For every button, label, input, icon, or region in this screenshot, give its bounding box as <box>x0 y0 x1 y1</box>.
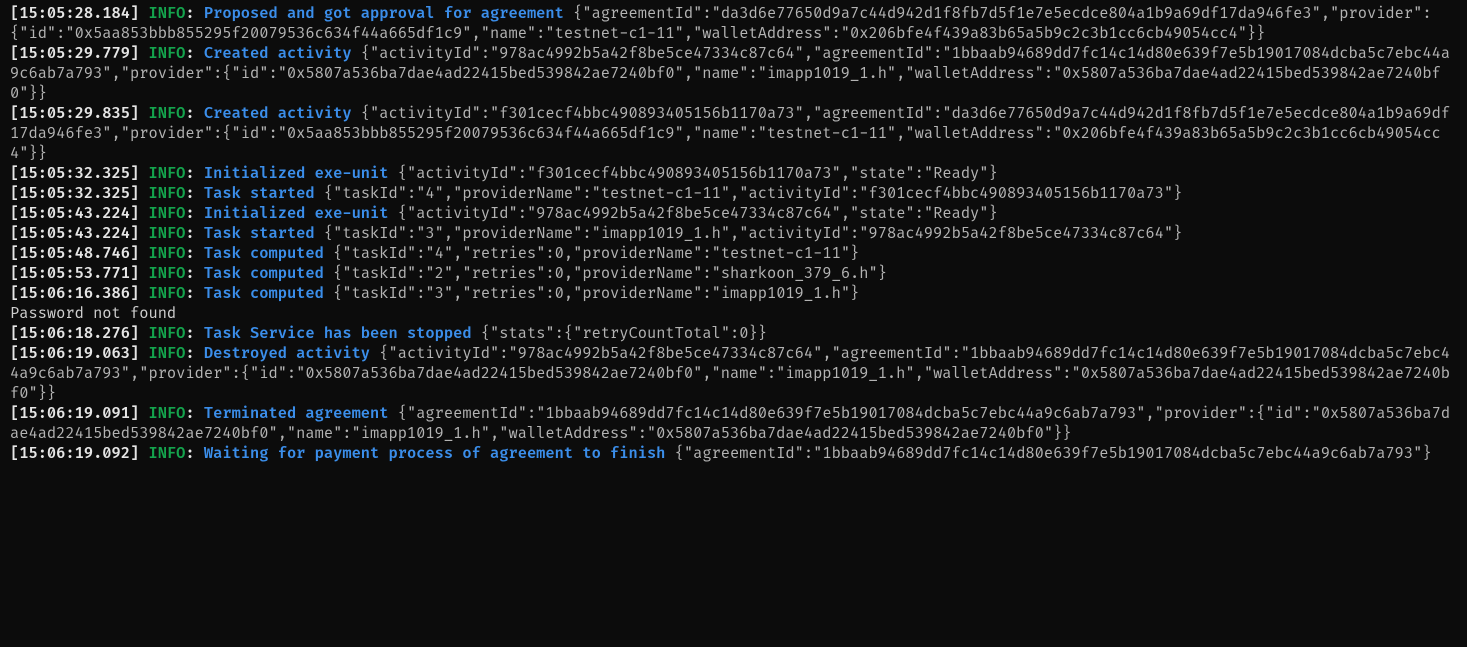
stdout-line: Password not found <box>10 304 1457 324</box>
log-message: Task computed <box>204 264 324 283</box>
log-json: {"stats":{"retryCountTotal":0}} <box>481 324 767 343</box>
log-line: [15:05:32.325] INFO: Task started {"task… <box>10 184 1457 204</box>
log-timestamp: [15:05:43.224] <box>10 224 139 243</box>
log-message: Created activity <box>204 44 352 63</box>
log-colon: : <box>185 44 194 63</box>
log-json: {"taskId":"4","providerName":"testnet-c1… <box>324 184 1182 203</box>
log-level: INFO <box>148 204 185 223</box>
log-message: Task started <box>204 184 315 203</box>
log-timestamp: [15:06:19.091] <box>10 404 139 423</box>
log-line: [15:06:19.063] INFO: Destroyed activity … <box>10 344 1457 404</box>
log-level: INFO <box>148 324 185 343</box>
log-line: [15:06:19.091] INFO: Terminated agreemen… <box>10 404 1457 444</box>
log-message: Waiting for payment process of agreement… <box>204 444 666 463</box>
log-colon: : <box>185 244 194 263</box>
log-json: {"activityId":"f301cecf4bbc490893405156b… <box>398 164 998 183</box>
log-level: INFO <box>148 264 185 283</box>
log-line: [15:06:18.276] INFO: Task Service has be… <box>10 324 1457 344</box>
log-colon: : <box>185 164 194 183</box>
log-colon: : <box>185 204 194 223</box>
log-level: INFO <box>148 224 185 243</box>
log-line: [15:05:43.224] INFO: Task started {"task… <box>10 224 1457 244</box>
log-json: {"taskId":"3","retries":0,"providerName"… <box>333 284 859 303</box>
log-level: INFO <box>148 44 185 63</box>
log-colon: : <box>185 104 194 123</box>
log-json: {"taskId":"3","providerName":"imapp1019_… <box>324 224 1182 243</box>
log-level: INFO <box>148 284 185 303</box>
log-line: [15:05:28.184] INFO: Proposed and got ap… <box>10 4 1457 44</box>
log-timestamp: [15:05:48.746] <box>10 244 139 263</box>
log-colon: : <box>185 184 194 203</box>
log-level: INFO <box>148 404 185 423</box>
log-message: Initialized exe-unit <box>204 164 389 183</box>
log-message: Initialized exe-unit <box>204 204 389 223</box>
log-line: [15:06:19.092] INFO: Waiting for payment… <box>10 444 1457 464</box>
log-line: [15:05:43.224] INFO: Initialized exe-uni… <box>10 204 1457 224</box>
log-timestamp: [15:05:43.224] <box>10 204 139 223</box>
log-timestamp: [15:06:19.092] <box>10 444 139 463</box>
terminal-output: [15:05:28.184] INFO: Proposed and got ap… <box>0 0 1467 468</box>
log-json: {"agreementId":"1bbaab94689dd7fc14c14d80… <box>675 444 1432 463</box>
log-colon: : <box>185 404 194 423</box>
log-line: [15:05:32.325] INFO: Initialized exe-uni… <box>10 164 1457 184</box>
log-timestamp: [15:05:32.325] <box>10 164 139 183</box>
log-colon: : <box>185 324 194 343</box>
log-colon: : <box>185 444 194 463</box>
log-timestamp: [15:06:19.063] <box>10 344 139 363</box>
log-timestamp: [15:05:29.779] <box>10 44 139 63</box>
log-timestamp: [15:05:29.835] <box>10 104 139 123</box>
log-colon: : <box>185 344 194 363</box>
log-level: INFO <box>148 444 185 463</box>
stdout-text: Password not found <box>10 304 176 323</box>
log-json: {"taskId":"2","retries":0,"providerName"… <box>333 264 887 283</box>
log-colon: : <box>185 4 194 23</box>
log-line: [15:05:48.746] INFO: Task computed {"tas… <box>10 244 1457 264</box>
log-message: Task computed <box>204 244 324 263</box>
log-message: Task computed <box>204 284 324 303</box>
log-level: INFO <box>148 184 185 203</box>
log-message: Task started <box>204 224 315 243</box>
log-level: INFO <box>148 344 185 363</box>
log-json: {"activityId":"978ac4992b5a42f8be5ce4733… <box>398 204 998 223</box>
log-message: Destroyed activity <box>204 344 370 363</box>
log-line: [15:05:53.771] INFO: Task computed {"tas… <box>10 264 1457 284</box>
log-message: Task Service has been stopped <box>204 324 472 343</box>
log-message: Created activity <box>204 104 352 123</box>
log-line: [15:05:29.835] INFO: Created activity {"… <box>10 104 1457 164</box>
log-line: [15:06:16.386] INFO: Task computed {"tas… <box>10 284 1457 304</box>
log-colon: : <box>185 264 194 283</box>
log-timestamp: [15:06:18.276] <box>10 324 139 343</box>
log-json: {"taskId":"4","retries":0,"providerName"… <box>333 244 859 263</box>
log-line: [15:05:29.779] INFO: Created activity {"… <box>10 44 1457 104</box>
log-timestamp: [15:05:53.771] <box>10 264 139 283</box>
log-timestamp: [15:06:16.386] <box>10 284 139 303</box>
log-colon: : <box>185 224 194 243</box>
log-colon: : <box>185 284 194 303</box>
log-message: Proposed and got approval for agreement <box>204 4 564 23</box>
log-level: INFO <box>148 164 185 183</box>
log-timestamp: [15:05:32.325] <box>10 184 139 203</box>
log-level: INFO <box>148 4 185 23</box>
log-level: INFO <box>148 244 185 263</box>
log-message: Terminated agreement <box>204 404 389 423</box>
log-level: INFO <box>148 104 185 123</box>
log-timestamp: [15:05:28.184] <box>10 4 139 23</box>
